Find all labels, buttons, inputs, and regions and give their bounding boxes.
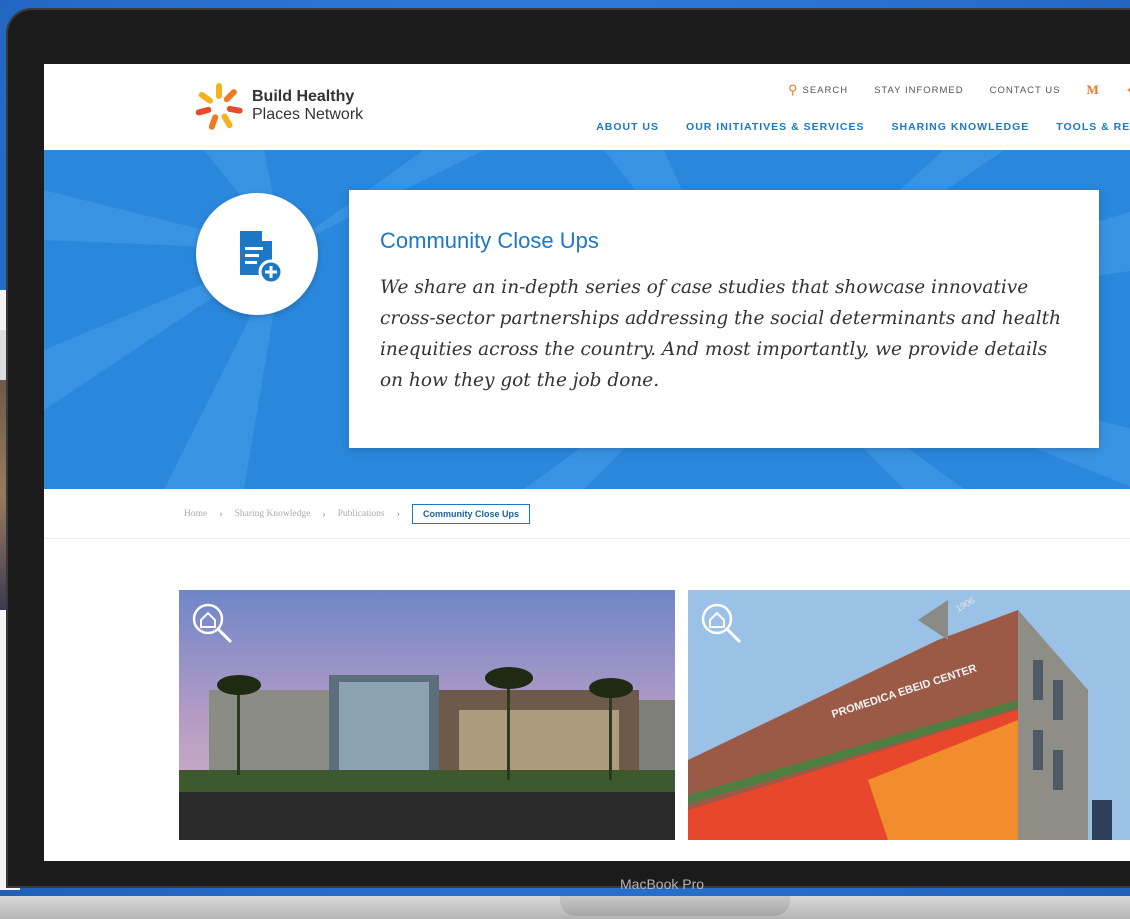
nav-about-us[interactable]: ABOUT US — [596, 121, 659, 133]
home-search-icon[interactable] — [189, 600, 237, 648]
intro-card: Community Close Ups We share an in-depth… — [349, 190, 1099, 448]
chevron-right-icon: › — [219, 508, 223, 520]
logo-line-2: Places Network — [252, 106, 364, 123]
logo-line-1: Build Healthy — [252, 88, 355, 105]
stay-informed-link[interactable]: STAY INFORMED — [874, 85, 964, 96]
home-search-icon[interactable] — [698, 600, 746, 648]
hero-icon-badge — [196, 193, 318, 315]
laptop-notch — [560, 896, 790, 916]
utility-nav: ⚲ SEARCH STAY INFORMED CONTACT US M ✦ — [788, 82, 1130, 98]
case-study-card[interactable]: PROMEDICA EBEID CENTER 1906 — [688, 590, 1130, 840]
page-title: Community Close Ups — [380, 228, 599, 253]
breadcrumb: Home › Sharing Knowledge › Publications … — [184, 504, 530, 524]
hero-banner: Community Close Ups We share an in-depth… — [44, 150, 1130, 489]
case-study-image — [179, 590, 675, 840]
breadcrumb-current: Community Close Ups — [411, 504, 530, 524]
chevron-right-icon: › — [322, 508, 326, 520]
breadcrumb-publications[interactable]: Publications — [338, 509, 385, 519]
intro-text: We share an in-depth series of case stud… — [380, 277, 1062, 391]
nav-initiatives-services[interactable]: OUR INITIATIVES & SERVICES — [686, 121, 864, 133]
logo-icon[interactable] — [194, 82, 244, 132]
main-nav: ABOUT US OUR INITIATIVES & SERVICES SHAR… — [596, 121, 1130, 133]
breadcrumb-sharing-knowledge[interactable]: Sharing Knowledge — [235, 509, 311, 519]
divider — [44, 538, 1130, 539]
case-study-card[interactable] — [179, 590, 675, 840]
case-study-image: PROMEDICA EBEID CENTER 1906 — [688, 590, 1130, 840]
twitter-icon[interactable]: ✦ — [1126, 84, 1130, 97]
browser-viewport: Build Healthy Places Network ⚲ SEARCH ST… — [44, 64, 1130, 861]
breadcrumb-home[interactable]: Home — [184, 509, 207, 519]
chevron-right-icon: › — [396, 508, 400, 520]
search-icon: ⚲ — [787, 82, 799, 97]
nav-sharing-knowledge[interactable]: SHARING KNOWLEDGE — [892, 121, 1030, 133]
device-label: MacBook Pro — [620, 876, 705, 892]
document-plus-icon — [240, 231, 284, 285]
search-link[interactable]: ⚲ SEARCH — [788, 82, 848, 98]
laptop-frame: Build Healthy Places Network ⚲ SEARCH ST… — [6, 8, 1130, 888]
logo-text[interactable]: Build Healthy Places Network — [252, 88, 363, 124]
site-header: Build Healthy Places Network ⚲ SEARCH ST… — [44, 64, 1130, 150]
search-label: SEARCH — [802, 84, 849, 96]
medium-icon[interactable]: M — [1087, 82, 1100, 98]
nav-tools-resources[interactable]: TOOLS & RESOU — [1056, 121, 1130, 133]
contact-us-link[interactable]: CONTACT US — [990, 85, 1061, 96]
